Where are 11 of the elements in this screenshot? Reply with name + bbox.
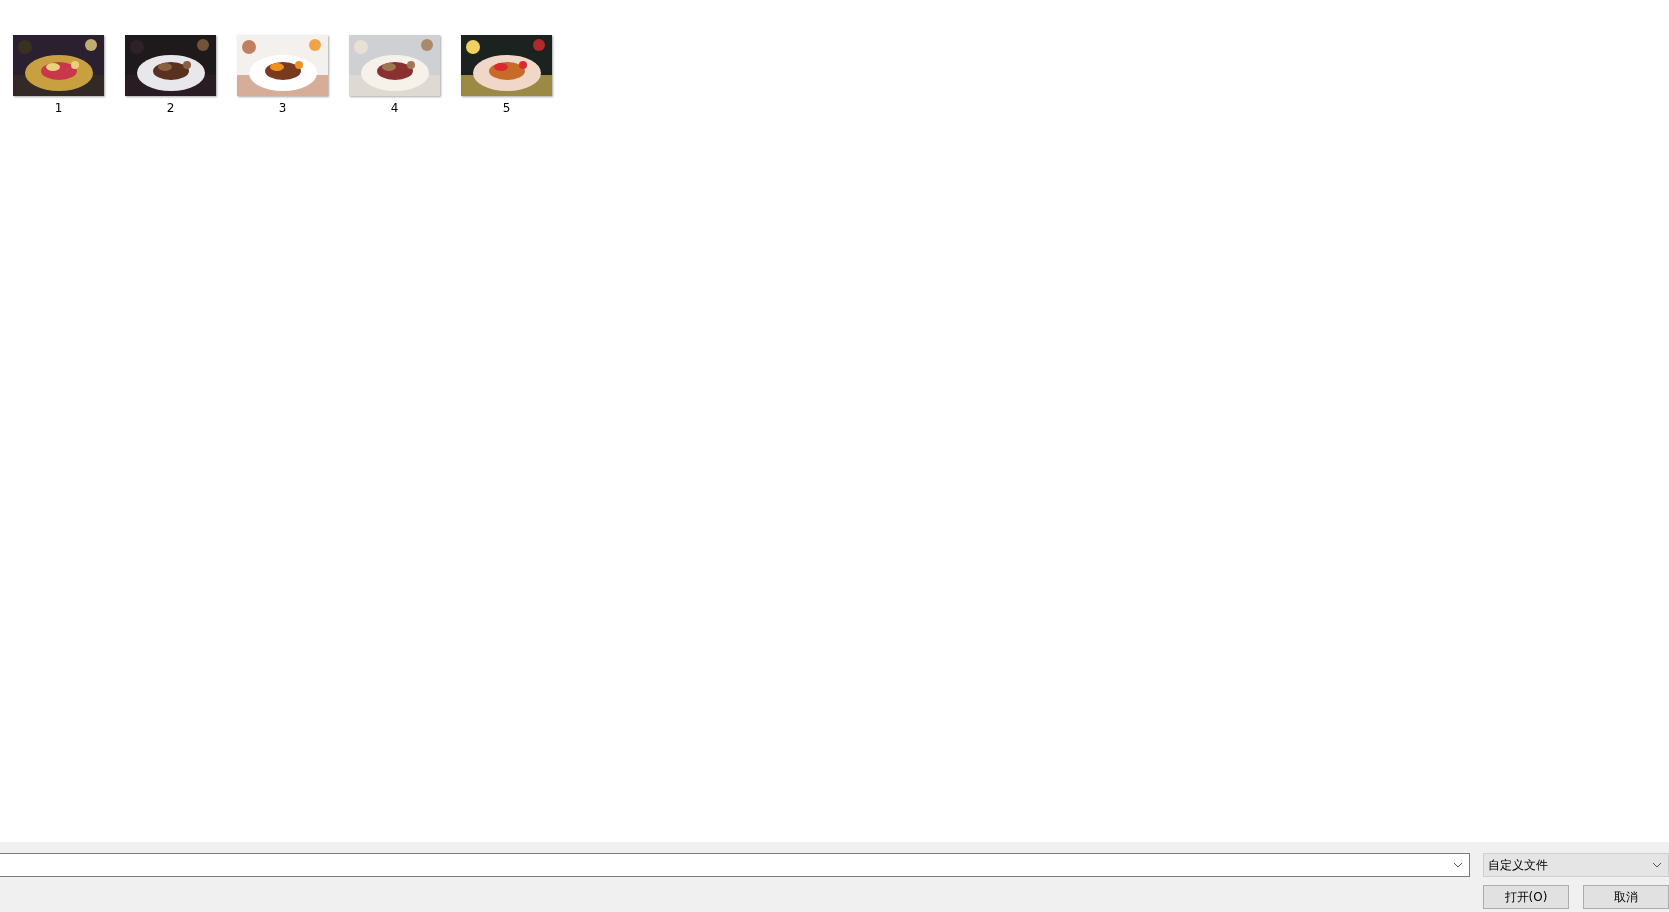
file-name: 4 — [390, 101, 399, 115]
chevron-down-icon — [1453, 862, 1463, 868]
file-type-dropdown[interactable]: 自定义文件 — [1483, 853, 1669, 877]
file-name: 1 — [54, 101, 63, 115]
open-button[interactable]: 打开(O) — [1483, 885, 1569, 909]
file-name: 5 — [502, 101, 511, 115]
file-name: 2 — [166, 101, 175, 115]
file-name: 3 — [278, 101, 287, 115]
cancel-button[interactable]: 取消 — [1583, 885, 1669, 909]
filename-field[interactable] — [0, 853, 1470, 877]
chevron-down-icon — [1652, 862, 1662, 868]
